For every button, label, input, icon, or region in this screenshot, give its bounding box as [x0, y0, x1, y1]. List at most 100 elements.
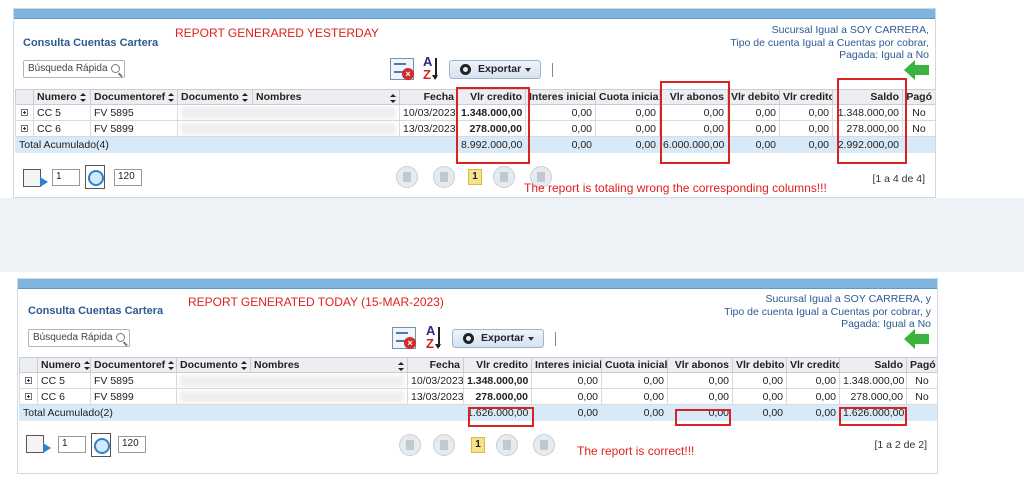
export-button[interactable]: Exportar	[452, 329, 544, 348]
column-header-numero[interactable]: Numero	[33, 89, 91, 105]
last-page-icon[interactable]	[533, 434, 555, 456]
page-number-input[interactable]: 1	[52, 169, 80, 186]
next-page-icon[interactable]	[493, 166, 515, 188]
cell-vlr-credito: 1.348.000,00	[463, 372, 532, 389]
cell-cuota: 0,00	[601, 388, 668, 405]
column-header-fecha[interactable]: Fecha	[407, 357, 464, 373]
cell-pago: No	[902, 120, 935, 137]
filter-line: Pagada: Igual a No	[839, 49, 929, 61]
quick-search-input[interactable]: Búsqueda Rápida	[23, 60, 125, 78]
search-placeholder: Búsqueda Rápida	[28, 63, 108, 74]
column-header-vlr-credito[interactable]: Vlr credito	[463, 357, 532, 373]
highlight-box-vlr-abonos	[660, 81, 730, 164]
back-arrow-icon[interactable]	[904, 60, 930, 80]
total-label: Total Acumulado(4)	[15, 136, 458, 153]
column-header-fecha[interactable]: Fecha	[399, 89, 458, 105]
quick-search-input[interactable]: Búsqueda Rápida	[28, 329, 130, 347]
page-size-input[interactable]: 120	[114, 169, 142, 186]
cell-documentoref: FV 5895	[90, 104, 178, 121]
filter-line: Sucursal Igual a SOY CARRERA, y	[765, 293, 931, 305]
page-number-input[interactable]: 1	[58, 436, 86, 453]
column-header-expand	[15, 89, 34, 105]
sort-icon	[390, 94, 396, 103]
column-header-documento[interactable]: Documento	[177, 89, 253, 105]
gear-icon	[460, 64, 471, 75]
total-interes: 0,00	[525, 136, 596, 153]
column-header-cuota-inicial[interactable]: Cuota inicial	[595, 89, 660, 105]
gear-icon	[463, 333, 474, 344]
column-header-pago[interactable]: Pagó	[906, 357, 937, 373]
column-header-documento[interactable]: Documento	[176, 357, 251, 373]
current-page-badge: 1	[471, 437, 485, 453]
prev-page-icon[interactable]	[433, 166, 455, 188]
next-page-icon[interactable]	[496, 434, 518, 456]
column-header-cuota-inicial[interactable]: Cuota inicial	[601, 357, 668, 373]
column-header-vlr-debito[interactable]: Vlr debito	[727, 89, 780, 105]
table-header-row: Numero Documentoref Documento Nombres Fe…	[19, 357, 937, 373]
page-title: Consulta Cuentas Cartera	[23, 37, 159, 49]
total-label: Total Acumulado(2)	[19, 404, 464, 421]
column-header-vlr-credito-2[interactable]: Vlr credito	[786, 357, 840, 373]
column-header-interes-inicial[interactable]: Interes inicial	[525, 89, 596, 105]
cell-documentoref: FV 5899	[90, 388, 177, 405]
column-header-nombres[interactable]: Nombres	[250, 357, 408, 373]
highlight-box-vlr-abonos	[675, 409, 731, 426]
go-to-page-icon[interactable]	[23, 169, 48, 191]
cell-pago: No	[906, 388, 937, 405]
column-header-nombres[interactable]: Nombres	[252, 89, 400, 105]
find-icon[interactable]	[91, 433, 111, 457]
search-icon[interactable]	[111, 64, 120, 73]
cell-interes: 0,00	[531, 388, 602, 405]
cell-debito: 0,00	[727, 120, 780, 137]
find-icon[interactable]	[85, 165, 105, 189]
total-debito: 0,00	[732, 404, 787, 421]
column-header-documentoref[interactable]: Documentoref	[90, 357, 177, 373]
report-annotation: REPORT GENERATED TODAY (15-MAR-2023)	[188, 295, 444, 309]
go-to-page-icon[interactable]	[26, 435, 51, 457]
redacted-name	[180, 390, 404, 403]
filter-summary: Sucursal Igual a SOY CARRERA, y Tipo de …	[724, 293, 931, 331]
page-background-gap	[0, 198, 1024, 272]
record-count: [1 a 2 de 2]	[874, 439, 927, 451]
toolbar-divider	[555, 332, 556, 346]
column-header-pago[interactable]: Pagó	[902, 89, 935, 105]
column-header-vlr-abonos[interactable]: Vlr abonos	[667, 357, 733, 373]
export-label: Exportar	[481, 332, 525, 344]
export-excel-icon[interactable]: ×	[392, 327, 416, 349]
sort-az-icon[interactable]: AZ	[426, 323, 444, 353]
table-row[interactable]: CC 6 FV 5899 13/03/2023 278.000,00 0,00 …	[19, 388, 937, 405]
back-arrow-icon[interactable]	[904, 329, 930, 349]
column-header-vlr-debito[interactable]: Vlr debito	[732, 357, 787, 373]
cell-numero: CC 5	[37, 372, 91, 389]
expand-row-icon[interactable]	[25, 393, 32, 401]
cell-debito: 0,00	[732, 372, 787, 389]
export-excel-icon[interactable]: ×	[390, 58, 414, 80]
page-size-input[interactable]: 120	[118, 436, 146, 453]
cell-interes: 0,00	[525, 104, 596, 121]
total-credito: 0,00	[779, 136, 833, 153]
first-page-icon[interactable]	[396, 166, 418, 188]
column-header-documentoref[interactable]: Documentoref	[90, 89, 178, 105]
table-row[interactable]: CC 5 FV 5895 10/03/2023 1.348.000,00 0,0…	[19, 372, 937, 389]
panel-header-bar	[14, 9, 935, 19]
expand-row-icon[interactable]	[25, 377, 32, 385]
first-page-icon[interactable]	[399, 434, 421, 456]
export-button[interactable]: Exportar	[449, 60, 541, 79]
report-panel-today: Consulta Cuentas Cartera REPORT GENERATE…	[17, 278, 938, 474]
column-header-vlr-credito-2[interactable]: Vlr credito	[779, 89, 833, 105]
sort-az-icon[interactable]: AZ	[423, 54, 441, 84]
cell-abonos: 0,00	[667, 372, 733, 389]
cell-fecha: 13/03/2023	[407, 388, 464, 405]
prev-page-icon[interactable]	[433, 434, 455, 456]
expand-row-icon[interactable]	[21, 125, 28, 133]
column-header-numero[interactable]: Numero	[37, 357, 91, 373]
search-icon[interactable]	[116, 333, 125, 342]
column-header-saldo[interactable]: Saldo	[839, 357, 907, 373]
filter-line: Sucursal Igual a SOY CARRERA,	[771, 24, 929, 36]
highlight-box-vlr-credito	[468, 407, 534, 427]
cell-numero: CC 6	[37, 388, 91, 405]
cell-cuota: 0,00	[595, 120, 660, 137]
column-header-interes-inicial[interactable]: Interes inicial	[531, 357, 602, 373]
expand-row-icon[interactable]	[21, 109, 28, 117]
redacted-name	[180, 374, 404, 387]
